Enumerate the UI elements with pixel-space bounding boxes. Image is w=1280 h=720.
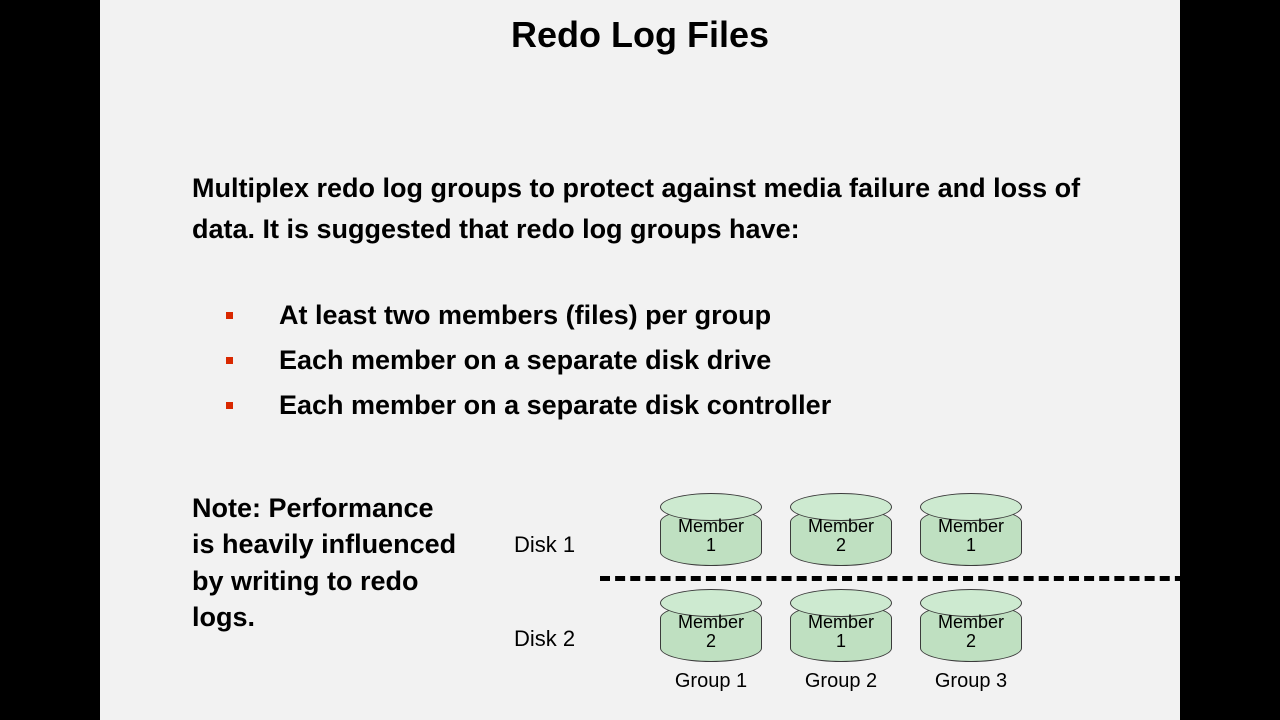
bullet-item: Each member on a separate disk drive xyxy=(192,345,1082,376)
cylinder-icon: Member1 xyxy=(790,604,892,662)
group-label-1: Group 1 xyxy=(656,670,766,693)
disk-label-1: Disk 1 xyxy=(514,532,575,558)
note-paragraph: Note: Performance is heavily influenced … xyxy=(192,490,462,636)
cylinder-label: Member2 xyxy=(791,517,891,555)
cylinder-label: Member1 xyxy=(921,517,1021,555)
disk-label-2: Disk 2 xyxy=(514,626,575,652)
cylinder-label: Member1 xyxy=(661,517,761,555)
disk-separator-line xyxy=(600,576,1200,581)
bullet-icon xyxy=(226,312,233,319)
bullet-item: At least two members (files) per group xyxy=(192,300,1082,331)
bullet-text: Each member on a separate disk controlle… xyxy=(279,390,831,421)
bullet-icon xyxy=(226,402,233,409)
bullet-text: Each member on a separate disk drive xyxy=(279,345,771,376)
slide-title: Redo Log Files xyxy=(100,14,1180,56)
bullet-item: Each member on a separate disk controlle… xyxy=(192,390,1082,421)
bullet-text: At least two members (files) per group xyxy=(279,300,771,331)
bullet-list: At least two members (files) per group E… xyxy=(192,300,1082,435)
cylinder-label: Member2 xyxy=(921,613,1021,651)
cylinder-icon: Member2 xyxy=(660,604,762,662)
intro-paragraph: Multiplex redo log groups to protect aga… xyxy=(192,168,1082,249)
group-label-3: Group 3 xyxy=(916,670,1026,693)
bullet-icon xyxy=(226,357,233,364)
slide: Redo Log Files Multiplex redo log groups… xyxy=(100,0,1180,720)
group-label-2: Group 2 xyxy=(786,670,896,693)
cylinder-icon: Member2 xyxy=(790,508,892,566)
cylinder-label: Member1 xyxy=(791,613,891,651)
cylinder-icon: Member1 xyxy=(660,508,762,566)
cylinder-icon: Member2 xyxy=(920,604,1022,662)
cylinder-label: Member2 xyxy=(661,613,761,651)
cylinder-icon: Member1 xyxy=(920,508,1022,566)
